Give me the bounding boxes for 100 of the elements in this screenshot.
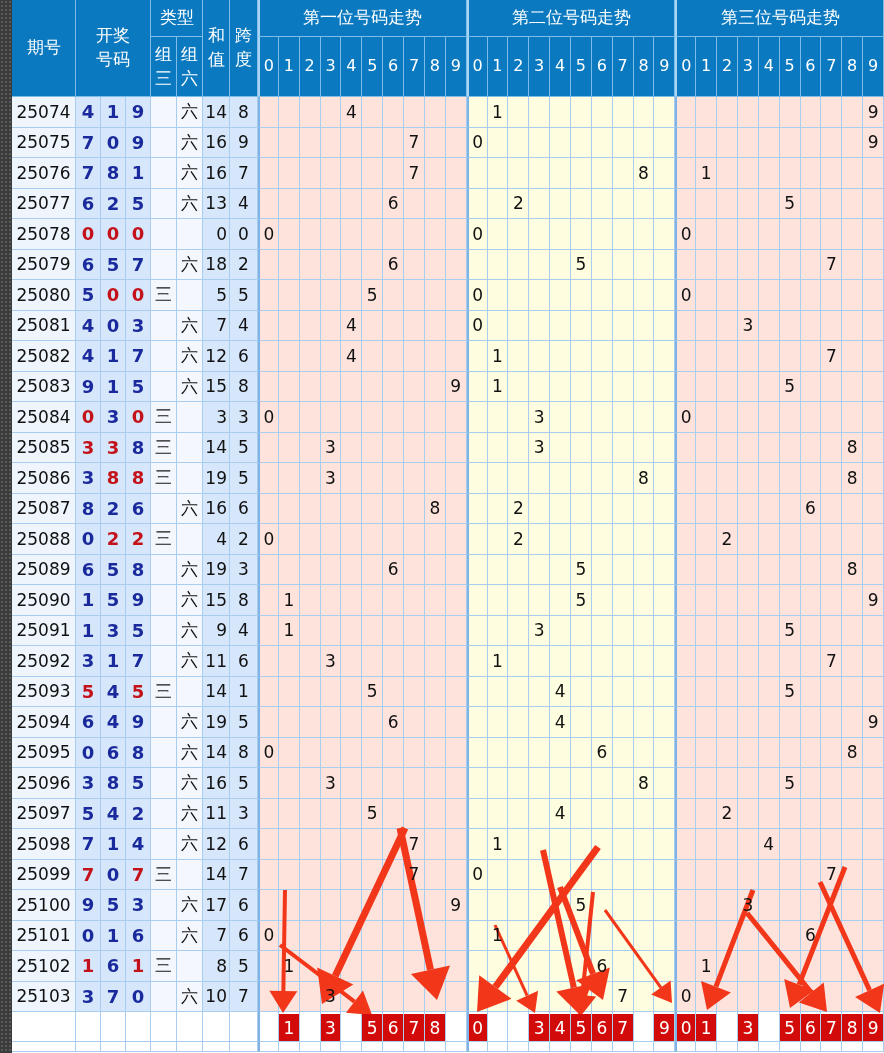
- column-header: 组三: [151, 37, 177, 97]
- type-cell: 六: [177, 585, 203, 616]
- trend-cell: 4: [550, 707, 571, 738]
- digit-header: 7: [404, 37, 425, 97]
- digit-header: 0: [466, 37, 488, 97]
- digit-header: 2: [717, 37, 738, 97]
- pick-cell: 4: [550, 1014, 570, 1041]
- trend-cell: 1: [696, 951, 718, 982]
- pick-cell: 3: [529, 1014, 550, 1041]
- trend-cell: 4: [341, 97, 363, 128]
- span-cell: 1: [230, 676, 258, 707]
- digit-header: 9: [445, 37, 467, 97]
- span-cell: 7: [230, 158, 258, 189]
- draw-number: 1: [101, 646, 126, 677]
- trend-cell: 8: [842, 554, 864, 585]
- draw-number: 5: [101, 554, 126, 585]
- digit-header: 1: [278, 37, 300, 97]
- issue-cell: 25102: [12, 951, 76, 982]
- span-cell: 7: [230, 981, 258, 1012]
- draw-number: 0: [126, 219, 151, 250]
- trend-cell: 0: [258, 737, 279, 768]
- type-cell: 三: [151, 432, 177, 463]
- draw-number: 2: [126, 798, 151, 829]
- draw-number: 3: [101, 432, 126, 463]
- draw-number: 1: [76, 615, 101, 646]
- trend-cell: 5: [362, 676, 384, 707]
- trend-cell: 8: [633, 158, 655, 189]
- sum-cell: 11: [203, 798, 230, 829]
- digit-header: 3: [320, 37, 342, 97]
- sum-cell: 14: [203, 737, 230, 768]
- draw-number: 4: [76, 341, 101, 372]
- issue-cell: 25097: [12, 798, 76, 829]
- draw-number: 1: [101, 97, 126, 128]
- draw-number: 0: [101, 859, 126, 890]
- digit-header: 4: [550, 37, 571, 97]
- draw-number: 5: [126, 188, 151, 219]
- pick-cell: 8: [842, 1014, 863, 1041]
- sum-cell: 14: [203, 97, 230, 128]
- trend-cell: 7: [821, 249, 843, 280]
- type-cell: 六: [177, 310, 203, 341]
- sum-cell: 16: [203, 127, 230, 158]
- span-cell: 3: [230, 798, 258, 829]
- type-cell: 三: [151, 524, 177, 555]
- sum-cell: 16: [203, 158, 230, 189]
- type-cell: 六: [177, 707, 203, 738]
- trend-cell: 6: [383, 249, 405, 280]
- span-cell: 3: [230, 402, 258, 433]
- trend-cell: 5: [571, 585, 592, 616]
- draw-number: 8: [76, 493, 101, 524]
- pick-cell: 9: [863, 1014, 883, 1041]
- trend-cell: 8: [842, 737, 864, 768]
- draw-number: 0: [76, 524, 101, 555]
- draw-number: 3: [76, 768, 101, 799]
- draw-number: 8: [126, 432, 151, 463]
- issue-cell: 25098: [12, 829, 76, 860]
- trend-cell: 4: [341, 341, 363, 372]
- draw-number: 7: [76, 158, 101, 189]
- trend-cell: 8: [633, 768, 655, 799]
- trend-cell: 2: [508, 493, 530, 524]
- span-cell: 4: [230, 615, 258, 646]
- digit-header: 5: [362, 37, 384, 97]
- pick-cell: 6: [800, 1014, 821, 1041]
- span-cell: 8: [230, 737, 258, 768]
- draw-number: 2: [101, 524, 126, 555]
- pick-cell: 6: [383, 1014, 404, 1041]
- draw-number: 0: [126, 981, 151, 1012]
- pick-cell: 8: [424, 1014, 445, 1041]
- trend-cell: 8: [842, 463, 864, 494]
- trend-cell: 7: [821, 341, 843, 372]
- issue-cell: 25096: [12, 768, 76, 799]
- trend-cell: 6: [383, 554, 405, 585]
- span-cell: 5: [230, 707, 258, 738]
- trend-cell: 2: [717, 524, 738, 555]
- trend-cell: 7: [404, 158, 425, 189]
- span-cell: 8: [230, 585, 258, 616]
- trend-cell: 3: [320, 463, 342, 494]
- pick-cell: 7: [612, 1014, 633, 1041]
- draw-number: 8: [126, 463, 151, 494]
- draw-number: 4: [101, 676, 126, 707]
- digit-header: 0: [258, 37, 279, 97]
- draw-number: 6: [76, 188, 101, 219]
- draw-number: 6: [126, 493, 151, 524]
- trend-cell: 0: [466, 219, 488, 250]
- type-cell: 六: [177, 615, 203, 646]
- digit-header: 9: [863, 37, 884, 97]
- draw-number: 4: [101, 798, 126, 829]
- issue-cell: 25083: [12, 371, 76, 402]
- trend-cell: 6: [383, 188, 405, 219]
- draw-number: 7: [126, 646, 151, 677]
- draw-number: 3: [76, 432, 101, 463]
- trend-cell: 0: [258, 920, 279, 951]
- issue-cell: 25082: [12, 341, 76, 372]
- draw-number: 5: [101, 249, 126, 280]
- column-header: 跨度: [230, 0, 258, 97]
- sum-cell: 16: [203, 493, 230, 524]
- issue-cell: 25089: [12, 554, 76, 585]
- draw-number: 8: [126, 737, 151, 768]
- span-cell: 5: [230, 432, 258, 463]
- sum-cell: 17: [203, 890, 230, 921]
- trend-cell: 0: [466, 280, 488, 311]
